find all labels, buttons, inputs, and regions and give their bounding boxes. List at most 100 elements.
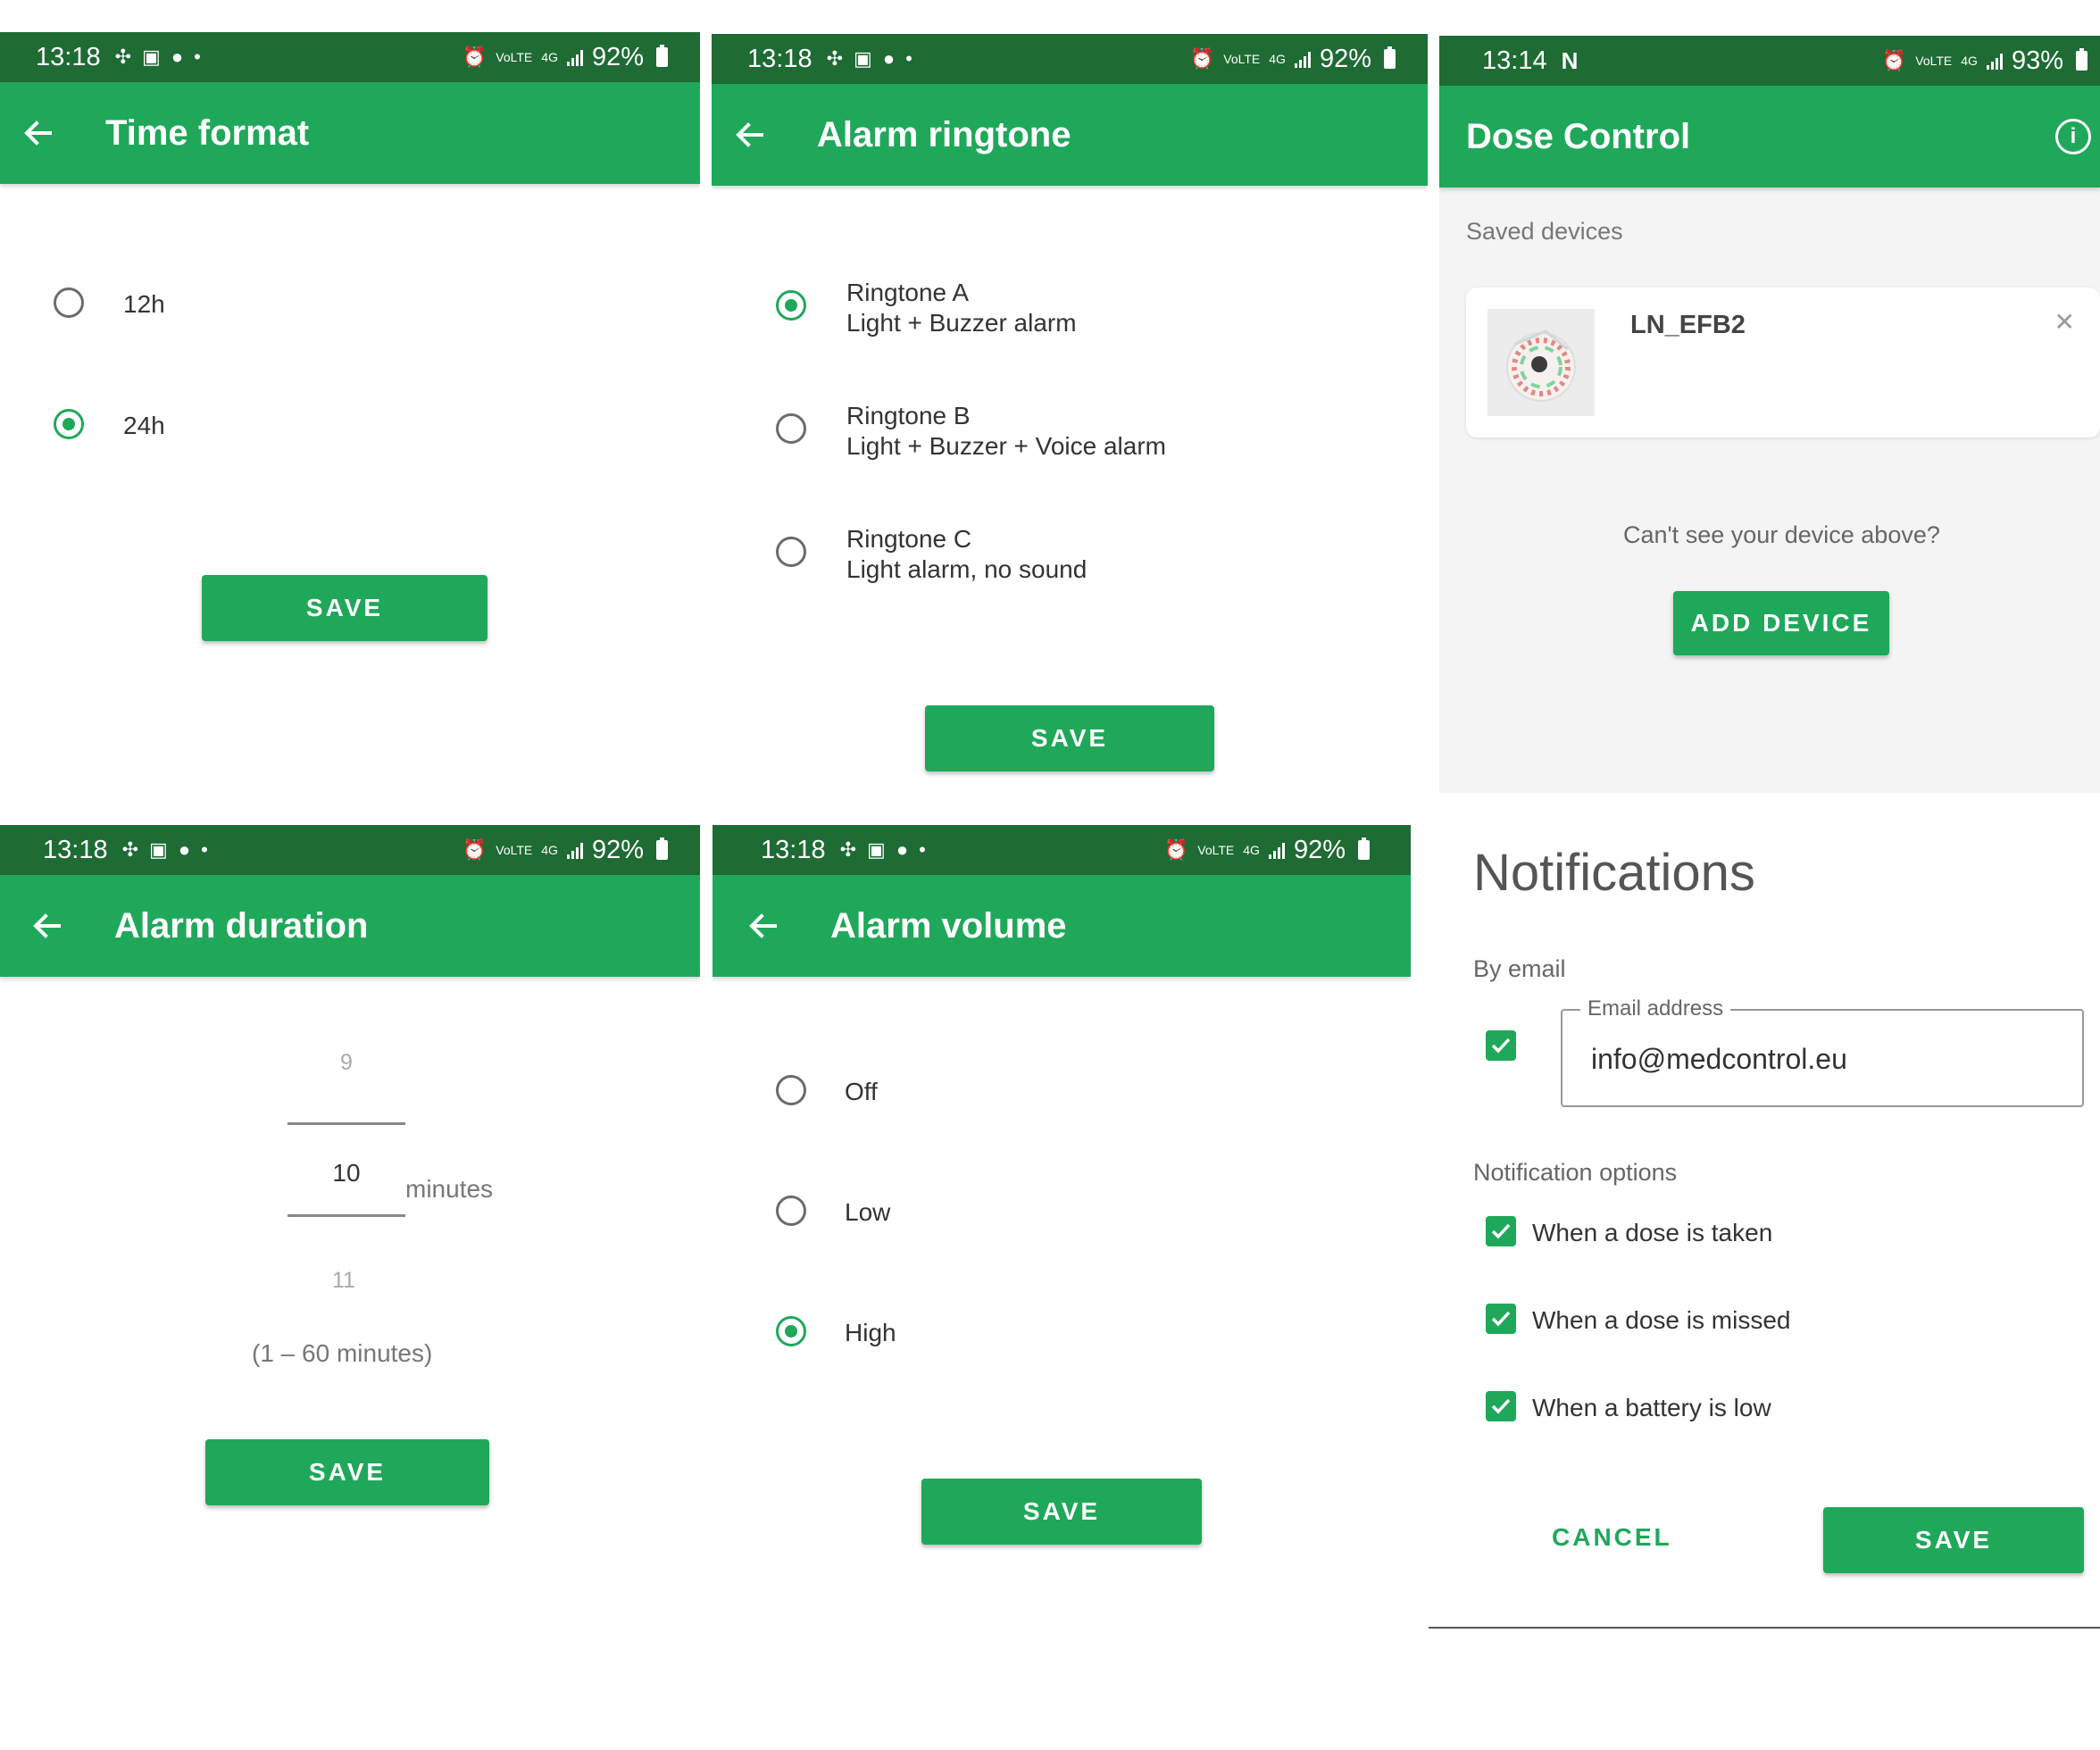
save-button[interactable]: SAVE [202,575,488,641]
status-bar: 13:18 ✣ ▣ ● • ⏰ VoLTE 4G 92% [0,825,700,875]
alarm-ringtone-screen: 13:18 ✣ ▣ ● • ⏰ VoLTE 4G 92% Alarm ringt… [712,34,1428,793]
volte-icon: VoLTE [1197,843,1235,857]
option-label-off: Off [845,1078,878,1105]
bulb-icon: ● [896,838,909,861]
battery-icon [656,45,668,67]
checkbox-dose-missed[interactable] [1486,1304,1516,1334]
option-label-high: High [845,1319,896,1346]
radio-ringtone-c[interactable] [776,537,806,567]
radio-24h[interactable] [54,409,84,439]
signal-icon [566,48,583,66]
save-button[interactable]: SAVE [205,1439,489,1505]
device-card[interactable]: LN_EFB2 ✕ [1466,288,2100,438]
page-title: Alarm duration [114,905,369,946]
add-device-button[interactable]: ADD DEVICE [1673,591,1889,655]
back-arrow-icon[interactable] [23,119,52,147]
email-field-value: info@medcontrol.eu [1591,1043,1847,1075]
fan-icon: ✣ [114,46,132,68]
radio-ringtone-a[interactable] [776,290,806,321]
app-bar: Alarm duration [0,875,700,977]
4g-icon: 4G [1269,52,1286,66]
notification-options-label: Notification options [1473,1159,1678,1186]
signal-icon [1294,50,1311,68]
page-title: Time format [105,112,310,153]
email-field[interactable]: Email address info@medcontrol.eu [1561,996,2084,1107]
radio-low[interactable] [776,1196,806,1226]
unit-label: minutes [405,1175,494,1203]
bulb-icon: ● [178,838,191,861]
fan-icon: ✣ [826,47,844,70]
notification-icons: ✣ ▣ ● • [115,46,201,69]
save-button[interactable]: SAVE [921,1479,1202,1545]
radio-12h[interactable] [54,288,84,318]
dose-control-screen: 13:14 N ⏰ VoLTE 4G 93% Dose Control i Sa… [1439,36,2100,793]
status-bar: 13:18 ✣ ▣ ● • ⏰ VoLTE 4G 92% [712,825,1411,875]
app-bar: Time format [0,82,700,184]
notification-icons: ✣ ▣ ● • [122,838,208,862]
app-bar: Alarm volume [712,875,1411,977]
page-title: Dose Control [1466,116,1691,156]
alarm-icon: ⏰ [1189,47,1215,70]
dot-icon: • [905,47,912,70]
ringtone-b-name: Ringtone B [846,402,971,429]
dot-icon: • [919,838,926,861]
save-button[interactable]: SAVE [1823,1507,2084,1573]
cancel-button[interactable]: CANCEL [1552,1523,1672,1552]
notification-icons: N [1562,47,1579,75]
picker-current-value: 10 [332,1159,361,1187]
back-arrow-icon[interactable] [748,912,777,940]
cant-see-device-text: Can't see your device above? [1623,521,1940,548]
device-image [1488,309,1595,416]
volte-icon: VoLTE [496,843,533,857]
ringtone-c-name: Ringtone C [846,525,972,553]
remove-device-icon[interactable]: ✕ [2054,307,2075,337]
battery-percent: 92% [1319,44,1371,73]
back-arrow-icon[interactable] [32,912,61,940]
status-time: 13:18 [747,44,812,73]
option-label-12h: 12h [123,290,165,318]
back-arrow-icon[interactable] [735,121,763,149]
dot-icon: • [201,838,208,861]
save-button[interactable]: SAVE [925,705,1214,771]
battery-percent: 92% [1293,835,1346,864]
battery-percent: 92% [591,42,644,71]
checkbox-battery-low[interactable] [1486,1391,1516,1421]
alarm-icon: ⏰ [462,838,488,861]
option-label-dose-missed: When a dose is missed [1532,1306,1791,1334]
ringtone-b-desc: Light + Buzzer + Voice alarm [846,432,1166,460]
image-icon: ▣ [867,838,886,861]
info-icon[interactable]: i [2055,119,2091,154]
battery-icon [656,838,668,860]
status-time: 13:18 [761,835,826,864]
checkbox-dose-taken[interactable] [1486,1216,1516,1246]
notification-icons: ✣ ▣ ● • [840,838,926,862]
email-field-label: Email address [1580,996,1731,1021]
status-time: 13:14 [1482,46,1547,75]
check-icon [1491,1223,1511,1239]
notification-icons: ✣ ▣ ● • [827,47,912,71]
page-title: Alarm volume [830,905,1067,946]
option-label-low: Low [845,1198,891,1226]
saved-devices-label: Saved devices [1466,218,1623,245]
radio-high[interactable] [776,1316,806,1346]
radio-off[interactable] [776,1075,806,1105]
dot-icon: • [194,46,201,68]
image-icon: ▣ [854,47,872,70]
signal-icon [566,841,583,859]
ringtone-a-desc: Light + Buzzer alarm [846,309,1077,337]
email-checkbox[interactable] [1486,1030,1516,1061]
ringtone-a-name: Ringtone A [846,279,969,306]
number-picker[interactable]: 9 10 [288,1039,405,1245]
fan-icon: ✣ [839,838,857,861]
alarm-icon: ⏰ [1163,838,1189,861]
status-bar: 13:14 N ⏰ VoLTE 4G 93% [1439,36,2100,86]
option-label-dose-taken: When a dose is taken [1532,1219,1773,1246]
radio-ringtone-b[interactable] [776,413,806,444]
volte-icon: VoLTE [1223,52,1261,66]
battery-percent: 93% [2011,46,2063,75]
alarm-icon: ⏰ [1881,49,1907,71]
alarm-icon: ⏰ [462,46,488,68]
device-name: LN_EFB2 [1630,311,1746,339]
volte-icon: VoLTE [1915,54,1953,68]
bulb-icon: ● [882,47,896,70]
